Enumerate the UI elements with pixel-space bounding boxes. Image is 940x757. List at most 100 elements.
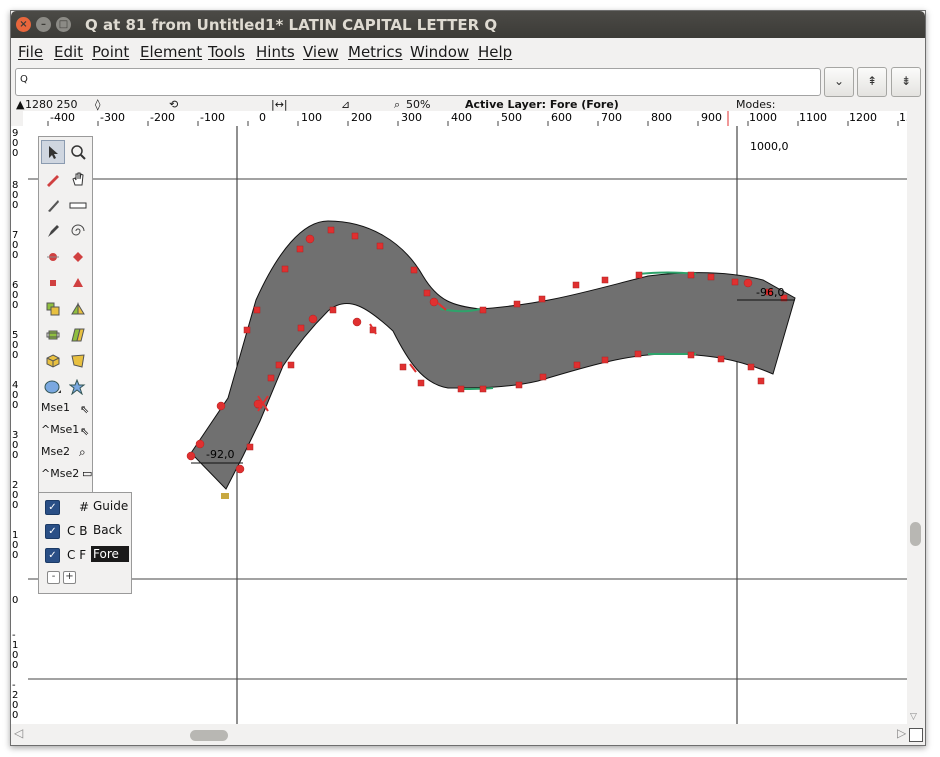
layer-visible-checkbox[interactable]: ✓ [45,524,60,539]
title-bar: × – □ Q at 81 from Untitled1* LATIN CAPI… [11,11,925,38]
add-layer-button[interactable]: + [63,571,76,584]
menu-file[interactable]: File [18,43,43,61]
ruler-label: 600 [551,111,572,124]
tangent-point-icon[interactable] [66,271,90,295]
scroll-down-icon[interactable]: ▽ [910,712,917,722]
menu-window[interactable]: Window [410,43,469,61]
scroll-right-icon[interactable]: ▷ [897,726,906,740]
glyph-outline[interactable] [190,220,796,490]
menu-view[interactable]: View [303,43,339,61]
vertical-ruler: 900 800 700 600 500 400 300 200 100 0 -1… [11,126,29,724]
move-down-icon[interactable]: ⇟ [891,67,921,97]
curve-point-icon[interactable] [41,245,65,269]
toolbox-palette: Mse1 ⇖ ^Mse1 ⇖ Mse2 ⌕ ^Mse2 ▭ [38,136,93,494]
ruler-label: -300 [100,111,125,124]
horizontal-scroll-thumb[interactable] [190,730,228,741]
main-window: × – □ Q at 81 from Untitled1* LATIN CAPI… [10,10,926,746]
selection-info-icon: ⟲ [169,98,179,111]
ruler-label: 700 [601,111,622,124]
chevron-down-icon[interactable]: ⌄ [824,67,854,97]
ruler-label: 900 [701,111,722,124]
ruler-label: 300 [12,430,19,461]
hand-icon[interactable] [66,167,90,191]
ctrl-mouse2-ruler-icon: ▭ [82,467,93,480]
horizontal-ruler: -400 -300 -200 -100 0 100 200 300 400 50… [23,111,907,127]
horizontal-scrollbar[interactable]: ◁ ▷ [11,724,923,745]
pen-icon[interactable] [41,219,65,243]
distance-icon: |↔| [271,98,288,111]
point-handles [221,493,229,499]
menu-help[interactable]: Help [478,43,512,61]
left-bearing-label: -92,0 [206,448,235,461]
menu-edit[interactable]: Edit [54,43,83,61]
ruler-label: 700 [12,230,19,261]
layer-row-guide[interactable]: ✓ # Guide [39,497,131,519]
perspective-icon[interactable] [66,349,90,373]
advance-width-label: 1000,0 [750,140,789,153]
layers-palette: ✓ # Guide ✓ C B Back ✓ C F Fore - + [38,492,132,594]
active-layer-label: Active Layer: Fore (Fore) [465,98,619,111]
ruler-label: 400 [12,380,19,411]
resize-grip-icon[interactable] [909,728,923,742]
ruler-label: -400 [50,111,75,124]
ruler-label: 400 [451,111,472,124]
vertical-scrollbar[interactable]: ▽ [907,126,925,724]
glyph-canvas[interactable]: 1000,0 -92,0 -96,0 [28,126,907,724]
layer-row-back[interactable]: ✓ C B Back [39,521,131,543]
ruler-label: 500 [12,330,19,361]
ruler-label: 500 [501,111,522,124]
corner-point-icon[interactable] [41,271,65,295]
layer-visible-checkbox[interactable]: ✓ [45,500,60,515]
freehand-icon[interactable] [41,167,65,191]
ctrl-mouse1-pointer-icon: ⇖ [80,425,90,438]
ruler-label: 200 [351,111,372,124]
layer-code: # [79,500,90,514]
spiro-icon[interactable] [66,219,90,243]
info-bar: ▲ 1280 250 ◊ ⟲ |↔| ⊿ ⌕ 50% Active Layer:… [11,98,925,112]
ctrl-mouse2-label: ^Mse2 [41,467,80,480]
flip-icon[interactable] [66,297,90,321]
vertical-scroll-thumb[interactable] [910,522,921,546]
scroll-left-icon[interactable]: ◁ [14,726,23,740]
ruler-label: 0 [12,595,19,606]
ellipse-icon[interactable] [41,375,65,399]
ruler-label: -100 [200,111,225,124]
ruler-label: 130 [899,111,907,124]
layer-name[interactable]: Guide [91,498,130,514]
menu-bar: File Edit Point Element Tools Hints View… [11,38,925,64]
layer-visible-checkbox[interactable]: ✓ [45,548,60,563]
remove-layer-button[interactable]: - [47,571,60,584]
menu-tools[interactable]: Tools [208,43,245,61]
close-icon[interactable]: × [16,17,31,32]
scale-icon[interactable] [41,297,65,321]
menu-element[interactable]: Element [140,43,202,61]
layer-name[interactable]: Back [91,522,124,538]
glyph-text-field[interactable]: Q [15,68,821,96]
ruler-label: 900 [12,128,19,159]
star-icon[interactable] [66,375,90,399]
ruler-label: 800 [651,111,672,124]
layer-name[interactable]: Fore [91,546,129,562]
rotate-icon[interactable] [41,323,65,347]
cursor-arrow-icon: ▲ [16,98,25,111]
ruler-label: 1000 [749,111,777,124]
ruler-label: -200 [12,680,19,721]
ruler-icon[interactable] [66,193,90,217]
menu-point[interactable]: Point [92,43,129,61]
layer-row-fore[interactable]: ✓ C F Fore [39,545,131,567]
menu-metrics[interactable]: Metrics [348,43,402,61]
magnify-icon[interactable] [66,140,90,164]
mouse1-pointer-icon: ⇖ [80,403,90,416]
hv-curve-point-icon[interactable] [66,245,90,269]
knife-icon[interactable] [41,193,65,217]
move-up-icon[interactable]: ⇞ [857,67,887,97]
pointer-icon[interactable] [41,140,65,164]
menu-hints[interactable]: Hints [256,43,295,61]
skew-icon[interactable] [66,323,90,347]
glyph-drawing[interactable] [28,126,907,724]
ruler-label: 800 [12,180,19,211]
minimize-icon[interactable]: – [36,17,51,32]
3d-rotate-icon[interactable] [41,349,65,373]
mouse1-label: Mse1 [41,401,70,414]
maximize-icon[interactable]: □ [56,17,71,32]
